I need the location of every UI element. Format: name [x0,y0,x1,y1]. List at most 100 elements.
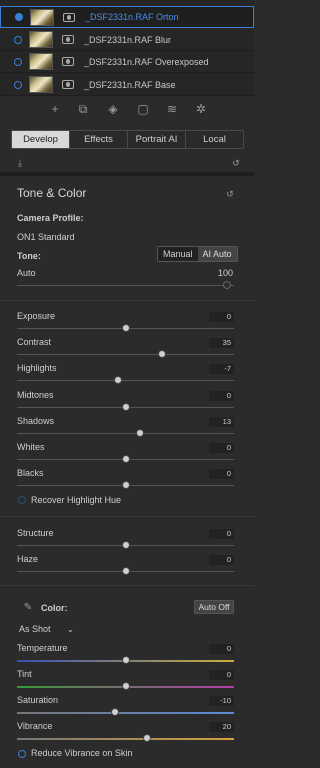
slider-value-field[interactable]: 0 [209,390,234,401]
reduce-vibrance-label: Reduce Vibrance on Skin [31,748,133,758]
camera-profile-value[interactable]: ON1 Standard [17,232,75,242]
layer-name: _DSF2331n.RAF Base [84,79,176,90]
tab-local[interactable]: Local [186,131,243,148]
layer-mask-icon[interactable] [62,57,74,66]
layer-toolbar: + ⧉ ◈ ▢ ≋ ✲ [0,102,254,120]
reduce-vibrance-radio[interactable] [18,750,26,758]
slider-value-field[interactable]: 0 [209,443,234,453]
save-preset-icon[interactable]: ⤓ [15,158,25,168]
tone-ai-auto-button[interactable]: AI Auto [197,247,237,261]
layer-thumbnail [29,53,53,70]
tone-label: Tone: [17,251,41,261]
layer-mask-icon[interactable] [62,35,74,44]
recover-highlight-hue-radio[interactable] [18,496,26,504]
slider-knob[interactable] [121,541,130,549]
slider-knob[interactable] [121,682,130,690]
reset-panel-icon[interactable]: ↺ [225,189,235,199]
slider-knob[interactable] [121,656,130,664]
slider-track[interactable] [17,432,234,434]
tab-effects[interactable]: Effects [70,131,128,148]
slider-track[interactable] [17,380,234,382]
tab-portrait-ai[interactable]: Portrait AI [128,131,186,148]
layer-thumbnail [29,31,53,48]
camera-profile-label: Camera Profile: [17,213,84,223]
slider-knob[interactable] [121,567,130,575]
auto-amount-knob[interactable] [223,281,231,289]
recover-highlight-hue-label: Recover Highlight Hue [31,495,122,505]
slider-knob[interactable] [121,324,130,332]
slider-value-field[interactable]: 0 [209,469,234,480]
slider-value-field[interactable]: 0 [209,312,234,322]
layer-visibility-icon[interactable] [15,13,23,21]
eyedropper-icon[interactable]: ✎ [23,603,33,613]
document-icon[interactable]: ▢ [136,102,150,116]
slider-label: Contrast [17,337,52,348]
slider-knob[interactable] [121,481,130,490]
slider-value-field[interactable]: 35 [209,338,234,349]
slider-label: Haze [17,554,39,564]
auto-amount-label: Auto [17,268,36,278]
slider-label: Highlights [17,363,57,374]
slider-value-field[interactable]: 0 [209,529,234,539]
layer-row-overexposed[interactable]: _DSF2331n.RAF Overexposed [0,51,254,73]
slider-label: Temperature [17,643,68,653]
slider-knob[interactable] [113,376,122,385]
slider-track[interactable] [17,354,234,356]
layer-thumbnail [29,76,53,93]
layer-row-blur[interactable]: _DSF2331n.RAF Blur [0,29,254,51]
layer-visibility-icon[interactable] [14,35,22,44]
layer-visibility-icon[interactable] [14,80,22,89]
white-balance-select[interactable]: As Shot ⌄ [19,624,74,634]
tone-manual-button[interactable]: Manual [158,247,198,261]
tab-develop[interactable]: Develop [12,131,70,148]
slider-knob[interactable] [110,708,119,716]
slider-track[interactable] [17,712,234,714]
slider-value-field[interactable]: 0 [209,670,234,680]
slider-label: Saturation [17,695,59,705]
auto-amount-track[interactable] [17,285,234,286]
section-divider [0,585,254,586]
settings-gear-icon[interactable]: ✲ [194,102,208,116]
slider-knob[interactable] [135,428,144,437]
tone-mode-toggle: Manual AI Auto [157,246,238,262]
slider-label: Whites [17,442,45,452]
layer-name: _DSF2331n.RAF Orton [85,12,179,22]
slider-value-field[interactable]: 0 [209,555,234,565]
slider-value-field[interactable]: -10 [209,696,234,706]
slider-track[interactable] [17,738,234,740]
layer-row-orton[interactable]: _DSF2331n.RAF Orton [0,6,254,28]
slider-knob[interactable] [121,455,130,463]
slider-value-field[interactable]: 0 [209,644,234,654]
reset-all-icon[interactable]: ↺ [231,158,241,168]
add-layer-icon[interactable]: + [48,102,62,116]
layer-name: _DSF2331n.RAF Blur [84,34,172,45]
stack-layers-icon[interactable]: ≋ [165,102,179,116]
slider-value-field[interactable]: 20 [209,722,234,732]
slider-label: Blacks [17,468,44,479]
auto-off-button[interactable]: Auto Off [194,600,234,614]
slider-value-field[interactable]: 13 [209,416,234,427]
panel-title: Tone & Color [17,186,87,200]
panel-divider [0,172,254,176]
slider-value-field[interactable]: -7 [209,364,234,375]
layer-thumbnail [30,8,54,26]
layer-visibility-icon[interactable] [14,57,22,66]
slider-label: Vibrance [17,721,53,731]
layer-row-base[interactable]: _DSF2331n.RAF Base [0,74,254,96]
white-balance-value: As Shot [19,624,51,634]
paint-bucket-icon[interactable]: ◈ [106,102,120,116]
section-divider [0,516,254,517]
slider-label: Exposure [17,311,56,321]
copy-layer-icon[interactable]: ⧉ [76,102,90,116]
slider-knob[interactable] [121,402,130,411]
slider-label: Midtones [17,389,54,400]
color-label: Color: [41,603,68,613]
section-divider [0,300,254,301]
auto-amount-value: 100 [218,268,234,278]
layer-mask-icon[interactable] [63,12,75,22]
slider-label: Shadows [17,415,55,426]
slider-knob[interactable] [158,350,167,359]
layer-mask-icon[interactable] [62,80,74,89]
layers-panel: _DSF2331n.RAF Orton _DSF2331n.RAF Blur _… [0,0,254,96]
slider-knob[interactable] [143,734,152,742]
